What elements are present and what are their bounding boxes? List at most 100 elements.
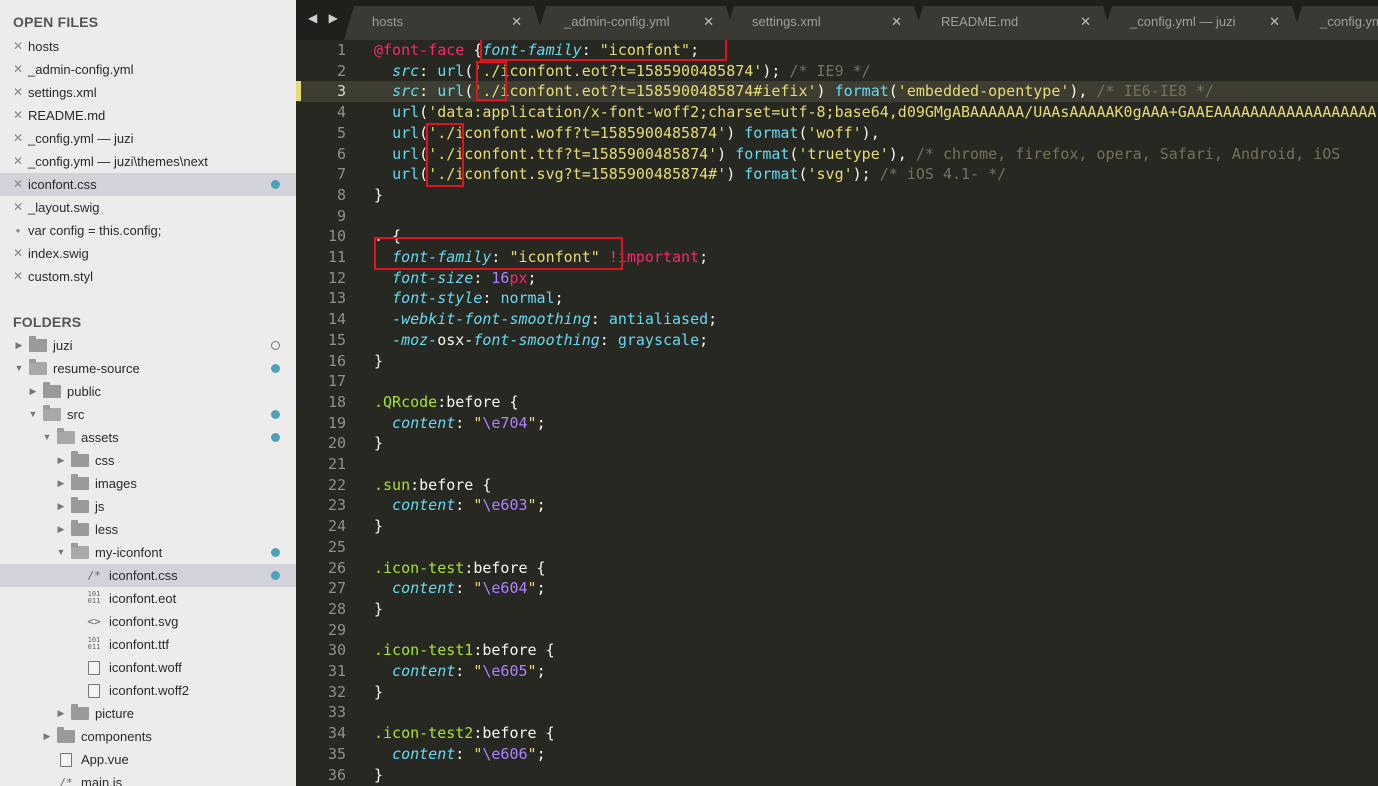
code-line[interactable]: 14 -webkit-font-smoothing: antialiased; [296, 309, 1378, 330]
tree-folder[interactable]: ▶ js [0, 495, 296, 518]
open-file-item[interactable]: ✕ _config.yml — juzi [0, 127, 296, 150]
code-editor[interactable]: 1 @font-face {font-family: "iconfont"; 2 s… [296, 40, 1378, 786]
code-line[interactable]: 31 content: "\e605"; [296, 661, 1378, 682]
close-icon[interactable]: ✕ [12, 173, 24, 196]
code-line[interactable]: 23 content: "\e603"; [296, 495, 1378, 516]
tree-folder[interactable]: ▶ public [0, 380, 296, 403]
close-icon[interactable]: ✕ [12, 242, 24, 265]
tab-nav-arrows[interactable]: ◀ ▶ [308, 11, 342, 25]
close-icon[interactable]: ✕ [12, 127, 24, 150]
code-line[interactable]: 34 .icon-test2:before { [296, 723, 1378, 744]
tree-folder[interactable]: ▼ src [0, 403, 296, 426]
code-line[interactable]: 28} [296, 599, 1378, 620]
close-icon[interactable]: ✕ [12, 150, 24, 173]
code-line[interactable]: 13 font-style: normal; [296, 288, 1378, 309]
open-file-item[interactable]: ● var config = this.config; [0, 219, 296, 242]
close-icon[interactable]: ✕ [12, 35, 24, 58]
tab[interactable]: hosts ✕ [344, 6, 544, 40]
code-line[interactable]: 10 . { [296, 226, 1378, 247]
code-line[interactable]: 9 [296, 206, 1378, 227]
chevron-down-icon[interactable]: ▼ [42, 426, 52, 449]
unsaved-dot-icon[interactable]: ● [12, 219, 24, 242]
tab[interactable]: _config.yml — juzi ✕ [1102, 6, 1302, 40]
code-line[interactable]: 20} [296, 433, 1378, 454]
code-line[interactable]: 30 .icon-test1:before { [296, 640, 1378, 661]
code-line[interactable]: 19 content: "\e704"; [296, 413, 1378, 434]
open-file-item[interactable]: ✕ settings.xml [0, 81, 296, 104]
code-line[interactable]: 33 [296, 702, 1378, 723]
tab[interactable]: _config.yml [1292, 6, 1378, 40]
code-line[interactable]: 17 [296, 371, 1378, 392]
code-line[interactable]: 25 [296, 537, 1378, 558]
tree-folder[interactable]: ▼ my-iconfont [0, 541, 296, 564]
code-line[interactable]: 21 [296, 454, 1378, 475]
code-line[interactable]: 8} [296, 185, 1378, 206]
code-line[interactable]: 35 content: "\e606"; [296, 744, 1378, 765]
chevron-right-icon[interactable]: ▶ [56, 518, 66, 541]
tab[interactable]: _admin-config.yml ✕ [536, 6, 736, 40]
chevron-right-icon[interactable]: ▶ [56, 702, 66, 725]
chevron-right-icon[interactable]: ▶ [56, 472, 66, 495]
chevron-right-icon[interactable]: ▶ [56, 449, 66, 472]
code-line[interactable]: 22 .sun:before { [296, 475, 1378, 496]
code-line[interactable]: 11 font-family: "iconfont" !important; [296, 247, 1378, 268]
chevron-down-icon[interactable]: ▼ [28, 403, 38, 426]
open-file-item[interactable]: ✕ _admin-config.yml [0, 58, 296, 81]
open-file-item[interactable]: ✕ _config.yml — juzi\themes\next [0, 150, 296, 173]
code-line[interactable]: 24} [296, 516, 1378, 537]
close-icon[interactable]: ✕ [1080, 6, 1091, 38]
close-icon[interactable]: ✕ [891, 6, 902, 38]
open-file-item[interactable]: ✕ index.swig [0, 242, 296, 265]
tree-folder[interactable]: ▶ components [0, 725, 296, 748]
code-line[interactable]: 6 url('./iconfont.ttf?t=1585900485874') … [296, 144, 1378, 165]
close-icon[interactable]: ✕ [511, 6, 522, 38]
tree-folder[interactable]: ▶ picture [0, 702, 296, 725]
tab[interactable]: README.md ✕ [913, 6, 1113, 40]
tab[interactable]: settings.xml ✕ [724, 6, 924, 40]
code-line[interactable]: 32} [296, 682, 1378, 703]
code-line[interactable]: 27 content: "\e604"; [296, 578, 1378, 599]
tree-file[interactable]: iconfont.woff2 [0, 679, 296, 702]
code-line[interactable]: 12 font-size: 16px; [296, 268, 1378, 289]
chevron-right-icon[interactable]: ▶ [28, 380, 38, 403]
close-icon[interactable]: ✕ [12, 58, 24, 81]
code-line[interactable]: 3 src: url('./iconfont.eot?t=15859004858… [296, 81, 1378, 103]
chevron-right-icon[interactable]: ▶ [14, 334, 24, 357]
open-file-item[interactable]: ✕ hosts [0, 35, 296, 58]
chevron-right-icon[interactable]: ▶ [56, 495, 66, 518]
tree-folder[interactable]: ▶ less [0, 518, 296, 541]
open-file-item[interactable]: ✕ README.md [0, 104, 296, 127]
tree-file[interactable]: iconfont.woff [0, 656, 296, 679]
close-icon[interactable]: ✕ [12, 104, 24, 127]
code-line[interactable]: 36} [296, 765, 1378, 786]
tree-folder[interactable]: ▶ images [0, 472, 296, 495]
close-icon[interactable]: ✕ [12, 81, 24, 104]
code-line[interactable]: 1 @font-face {font-family: "iconfont"; [296, 40, 1378, 61]
tree-file[interactable]: <> iconfont.svg [0, 610, 296, 633]
chevron-down-icon[interactable]: ▼ [14, 357, 24, 380]
code-line[interactable]: 5 url('./iconfont.woff?t=1585900485874')… [296, 123, 1378, 144]
close-icon[interactable]: ✕ [12, 265, 24, 288]
chevron-right-icon[interactable]: ▶ [42, 725, 52, 748]
code-line[interactable]: 29 [296, 620, 1378, 641]
close-icon[interactable]: ✕ [12, 196, 24, 219]
code-line[interactable]: 15 -moz-osx-font-smoothing: grayscale; [296, 330, 1378, 351]
tree-file[interactable]: App.vue [0, 748, 296, 771]
tree-folder[interactable]: ▼ assets [0, 426, 296, 449]
tree-file[interactable]: 101 011 iconfont.eot [0, 587, 296, 610]
code-line[interactable]: 7 url('./iconfont.svg?t=1585900485874#')… [296, 164, 1378, 185]
tree-folder[interactable]: ▶ css [0, 449, 296, 472]
code-line[interactable]: 2 src: url('./iconfont.eot?t=15859004858… [296, 61, 1378, 82]
code-line[interactable]: 4 url('data:application/x-font-woff2;cha… [296, 102, 1378, 123]
tree-file[interactable]: /* iconfont.css [0, 564, 296, 587]
open-file-item[interactable]: ✕ custom.styl [0, 265, 296, 288]
close-icon[interactable]: ✕ [1269, 6, 1280, 38]
tree-folder[interactable]: ▶ juzi [0, 334, 296, 357]
open-file-item[interactable]: ✕ _layout.swig [0, 196, 296, 219]
open-file-item[interactable]: ✕ iconfont.css [0, 173, 296, 196]
tree-file[interactable]: 101 011 iconfont.ttf [0, 633, 296, 656]
tree-folder[interactable]: ▼ resume-source [0, 357, 296, 380]
tree-file[interactable]: /* main.js [0, 771, 296, 786]
close-icon[interactable]: ✕ [703, 6, 714, 38]
code-line[interactable]: 26 .icon-test:before { [296, 558, 1378, 579]
